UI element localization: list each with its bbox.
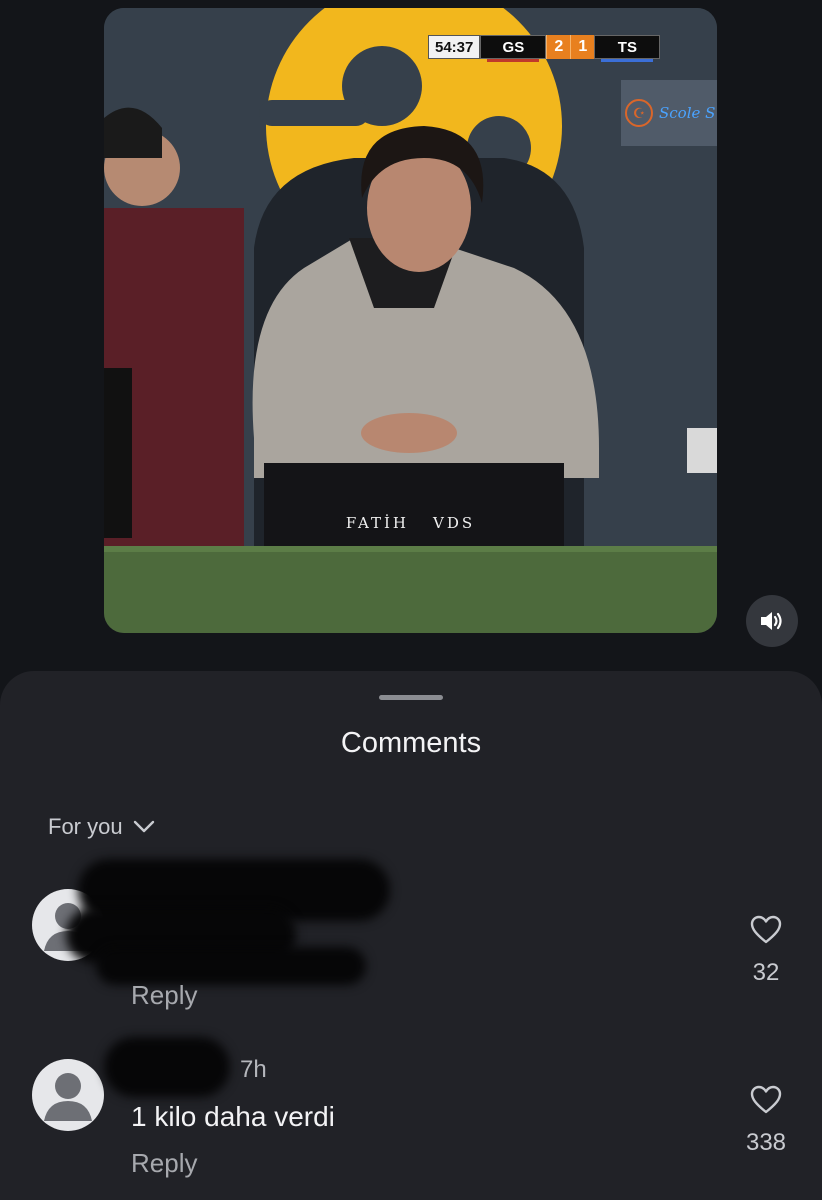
- comment-text: 1 kilo daha verdi: [131, 1101, 335, 1132]
- redacted-author: [104, 1037, 230, 1097]
- home-team-stripe: [487, 59, 540, 62]
- user-silhouette-icon: [44, 1073, 92, 1121]
- channel-logo-text: Scole S: [659, 104, 716, 122]
- speaker-sound-icon: [761, 612, 782, 630]
- reply-button[interactable]: Reply: [131, 980, 197, 1011]
- home-team: GS: [480, 35, 547, 62]
- scoreboard: 54:37 GS 2 1 TS: [428, 35, 661, 62]
- heart-icon: [750, 1085, 782, 1114]
- home-score: 2: [546, 35, 571, 59]
- video-player[interactable]: 54:37 GS 2 1 TS ☪ Scole S FATİH VDS: [104, 8, 717, 633]
- chevron-down-icon: [133, 820, 154, 833]
- away-score: 1: [570, 35, 595, 59]
- watermark-first: FATİH: [345, 514, 409, 532]
- sound-toggle-button[interactable]: [746, 595, 798, 647]
- match-clock: 54:37: [428, 35, 481, 59]
- heart-icon: [750, 915, 782, 944]
- sort-filter-label: For you: [48, 814, 123, 839]
- channel-logo: ☪ Scole S: [621, 80, 717, 146]
- comments-sheet: Comments For you Reply 32 7h 1 kilo daha…: [0, 671, 822, 1200]
- away-team-label: TS: [617, 38, 637, 56]
- comment-item: Reply 32: [0, 859, 822, 1017]
- like-count: 32: [752, 959, 780, 986]
- home-team-label: GS: [502, 38, 525, 56]
- sheet-drag-handle[interactable]: [379, 695, 443, 700]
- like-count: 338: [745, 1129, 787, 1156]
- comments-title: Comments: [340, 727, 482, 759]
- crescent-star-icon: ☪: [625, 99, 653, 127]
- comment-item: 7h 1 kilo daha verdi Reply 338: [0, 1037, 822, 1185]
- reply-button[interactable]: Reply: [131, 1148, 197, 1179]
- like-button[interactable]: 32: [735, 915, 797, 987]
- avatar[interactable]: [32, 1059, 104, 1131]
- video-watermark: FATİH VDS: [104, 514, 717, 532]
- away-team-stripe: [601, 59, 654, 62]
- away-team: TS: [594, 35, 661, 62]
- like-button[interactable]: 338: [735, 1085, 797, 1157]
- comment-timestamp: 7h: [240, 1056, 267, 1083]
- watermark-second: VDS: [433, 514, 476, 532]
- screen: 54:37 GS 2 1 TS ☪ Scole S FATİH VDS Comm…: [0, 0, 822, 1200]
- sort-filter-dropdown[interactable]: For you: [48, 814, 155, 840]
